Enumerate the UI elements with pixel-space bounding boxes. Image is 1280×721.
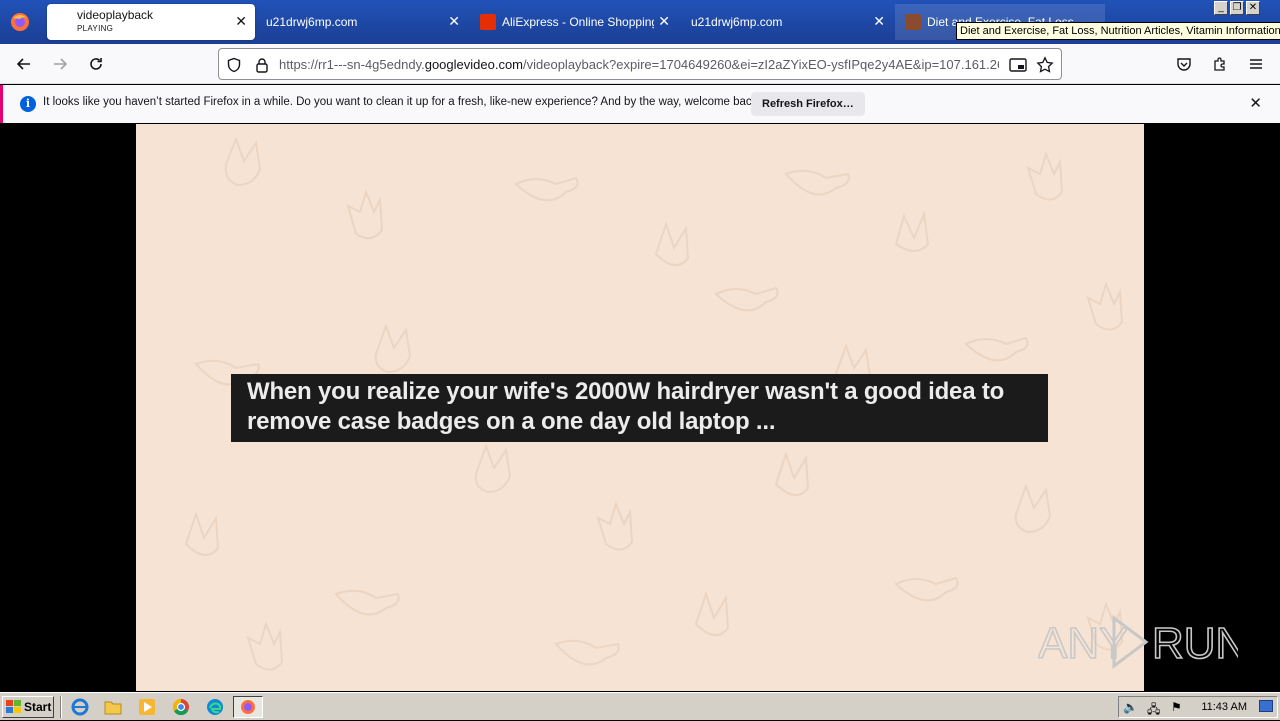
url-text[interactable]: https://rr1---sn-4g5edndy.googlevideo.co… (279, 57, 999, 72)
tab-title: videoplayback (77, 8, 154, 22)
volume-icon[interactable]: 🔈 (1123, 700, 1138, 714)
start-label: Start (24, 700, 52, 714)
aliexpress-icon (480, 14, 496, 30)
forward-icon[interactable] (48, 52, 72, 76)
taskbar-separator (60, 696, 62, 718)
tab-u21drwj6mp-2[interactable]: u21drwj6mp.com ✕ (681, 4, 893, 40)
tab-playing-label: PLAYING (77, 24, 114, 33)
notification-close-icon[interactable]: ✕ (1249, 96, 1262, 111)
reload-icon[interactable] (84, 52, 108, 76)
tab-title: u21drwj6mp.com (266, 15, 358, 29)
site-favicon-icon (905, 14, 921, 30)
bookmark-star-icon[interactable] (1036, 56, 1054, 74)
windows-logo-icon (6, 700, 21, 713)
tab-aliexpress[interactable]: AliExpress - Online Shopping für ✕ (470, 4, 678, 40)
tab-strip: videoplayback PLAYING ✕ u21drwj6mp.com ✕… (0, 0, 1280, 44)
page-content: When you realize your wife's 2000W haird… (0, 124, 1280, 691)
edge-icon[interactable] (206, 698, 224, 716)
chrome-icon[interactable] (172, 698, 190, 716)
taskbar: Start 🔈 🖧 ⚑ 11:43 AM (0, 692, 1280, 720)
lock-icon[interactable] (253, 56, 271, 74)
tab-close-icon[interactable]: ✕ (448, 14, 460, 28)
tab-videoplayback[interactable]: videoplayback PLAYING ✕ (47, 4, 255, 40)
taskbar-clock: 11:43 AM (1201, 701, 1247, 713)
system-tray: 🔈 🖧 ⚑ 11:43 AM (1118, 696, 1278, 718)
back-icon[interactable] (12, 52, 36, 76)
tab-close-icon[interactable]: ✕ (235, 14, 247, 28)
url-domain: googlevideo.com (424, 57, 524, 72)
caption-line-1: When you realize your wife's 2000W haird… (247, 378, 1005, 405)
flag-icon[interactable]: ⚑ (1171, 700, 1182, 714)
refresh-firefox-notification: i It looks like you haven’t started Fire… (0, 85, 1280, 123)
refresh-firefox-button[interactable]: Refresh Firefox… (751, 92, 865, 116)
watermark-text-run: RUN (1152, 619, 1238, 668)
tab-close-icon[interactable]: ✕ (873, 14, 885, 28)
close-window-icon[interactable]: ✕ (1246, 1, 1260, 15)
info-icon: i (20, 96, 36, 112)
tab-u21drwj6mp-1[interactable]: u21drwj6mp.com ✕ (256, 4, 468, 40)
caption-line-2: remove case badges on a one day old lapt… (247, 408, 776, 435)
url-suffix: /videoplayback?expire=1704649260&ei=zI2a… (523, 57, 999, 72)
tab-tooltip: Diet and Exercise, Fat Loss, Nutrition A… (956, 22, 1280, 40)
notification-message: It looks like you haven’t started Firefo… (43, 96, 761, 108)
menu-icon[interactable] (1244, 52, 1268, 76)
minimize-icon[interactable]: _ (1214, 1, 1228, 15)
firefox-icon[interactable] (8, 10, 32, 34)
address-bar[interactable]: https://rr1---sn-4g5edndy.googlevideo.co… (218, 48, 1062, 80)
taskbar-firefox-button[interactable] (233, 696, 263, 718)
media-player-icon[interactable] (138, 698, 156, 716)
show-desktop-icon[interactable] (1259, 700, 1273, 712)
restore-icon[interactable]: ❐ (1230, 1, 1244, 15)
tab-title: u21drwj6mp.com (691, 15, 783, 29)
video-caption: When you realize your wife's 2000W haird… (231, 374, 1048, 442)
extensions-icon[interactable] (1208, 52, 1232, 76)
firefox-icon (241, 700, 255, 714)
video-player[interactable]: When you realize your wife's 2000W haird… (136, 124, 1144, 691)
picture-in-picture-icon[interactable] (1009, 56, 1027, 74)
anyrun-watermark: ANY RUN (1037, 612, 1248, 672)
start-button[interactable]: Start (2, 696, 54, 718)
pocket-icon[interactable] (1172, 52, 1196, 76)
url-prefix: https://rr1---sn-4g5edndy. (279, 57, 425, 72)
window-controls: _ ❐ ✕ (1214, 1, 1260, 15)
tab-close-icon[interactable]: ✕ (658, 14, 670, 28)
folder-icon[interactable] (104, 698, 122, 716)
navigation-toolbar: https://rr1---sn-4g5edndy.googlevideo.co… (0, 44, 1280, 84)
tab-title: AliExpress - Online Shopping für (502, 15, 654, 29)
internet-explorer-icon[interactable] (71, 698, 89, 716)
network-icon[interactable]: 🖧 (1147, 700, 1160, 721)
shield-icon[interactable] (225, 56, 243, 74)
